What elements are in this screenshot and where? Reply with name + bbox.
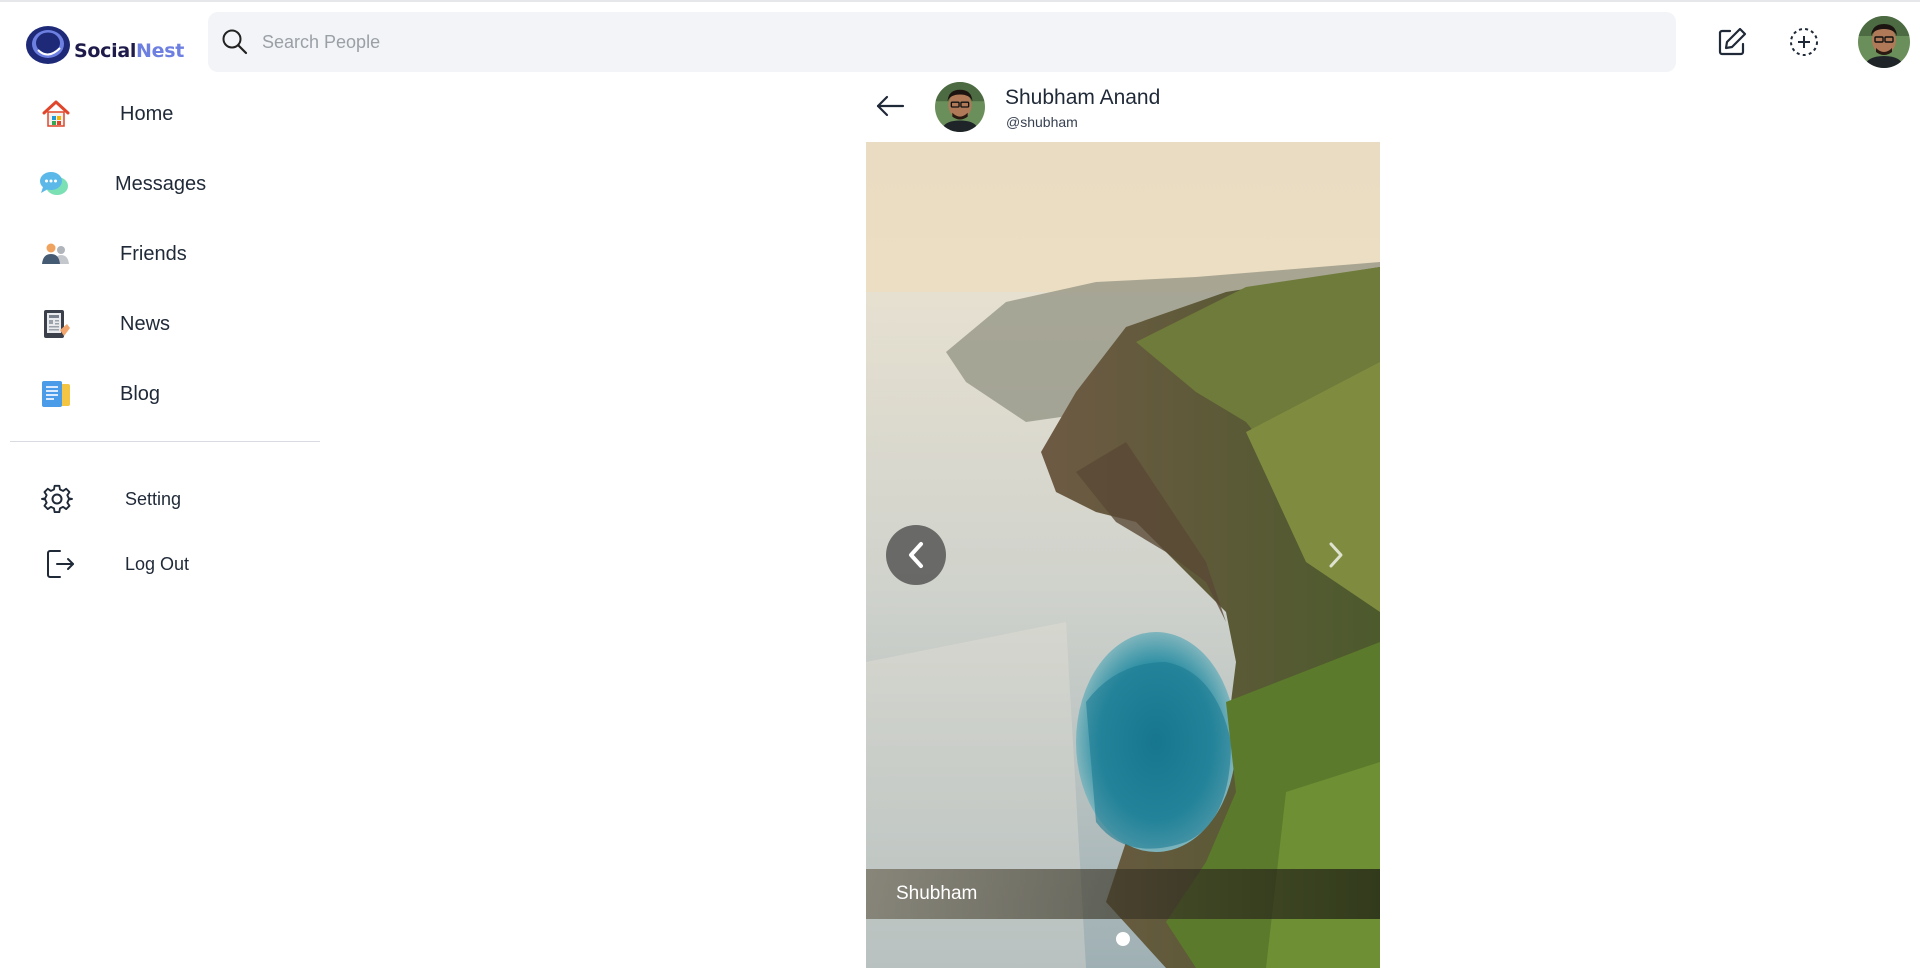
sidebar-item-label: Log Out [125,553,190,574]
sidebar-item-messages[interactable]: Messages [0,154,320,214]
carousel-indicator-dot[interactable] [1116,932,1130,946]
avatar-photo [935,82,985,132]
app-logo[interactable]: SocialNest [24,24,184,66]
sidebar-item-logout[interactable]: Log Out [0,534,320,594]
avatar-photo [1858,16,1910,68]
sidebar-item-label: Blog [120,382,161,405]
sidebar-item-label: News [120,312,171,335]
top-border [0,0,1920,2]
sidebar-item-label: Home [120,102,174,125]
search-input[interactable] [262,31,1562,53]
back-button[interactable] [872,88,908,124]
carousel-prev-button[interactable] [886,525,946,585]
gear-icon [41,484,73,514]
image-caption-text: Shubham [896,883,978,904]
carousel-next-button[interactable] [1316,535,1356,575]
sidebar-divider [10,441,320,442]
logout-icon [47,550,74,578]
chevron-right-icon [1329,542,1343,568]
home-icon [42,100,70,127]
image-caption: Shubham [866,869,1380,919]
chat-bubbles-icon [40,172,68,195]
sidebar-item-news[interactable]: News [0,294,320,354]
add-circle-dashed-icon [1790,28,1818,56]
create-post-button[interactable] [1714,24,1750,60]
user-avatar[interactable] [1858,16,1910,68]
sidebar-item-label: Messages [115,172,207,195]
people-icon [42,243,69,264]
post-author-name[interactable]: Shubham Anand [1005,86,1160,110]
search-icon [222,29,248,55]
chevron-left-icon [909,542,923,568]
sidebar-item-label: Setting [125,488,182,509]
blog-document-icon [42,381,70,407]
sidebar-item-blog[interactable]: Blog [0,364,320,424]
post-author-avatar[interactable] [935,82,985,132]
search-bar[interactable] [208,12,1676,72]
edit-icon [1718,27,1747,56]
news-tablet-icon [44,310,70,338]
brand-name: SocialNest [74,40,185,62]
arrow-left-icon [876,95,905,117]
post-author-handle: @shubham [1006,114,1078,130]
sidebar-item-friends[interactable]: Friends [0,224,320,284]
sidebar-item-label: Friends [120,242,187,265]
sidebar-item-home[interactable]: Home [0,84,320,144]
post-image-carousel: Shubham [866,142,1380,968]
add-story-button[interactable] [1786,24,1822,60]
logo-icon [26,26,70,64]
sidebar-item-setting[interactable]: Setting [0,469,320,529]
